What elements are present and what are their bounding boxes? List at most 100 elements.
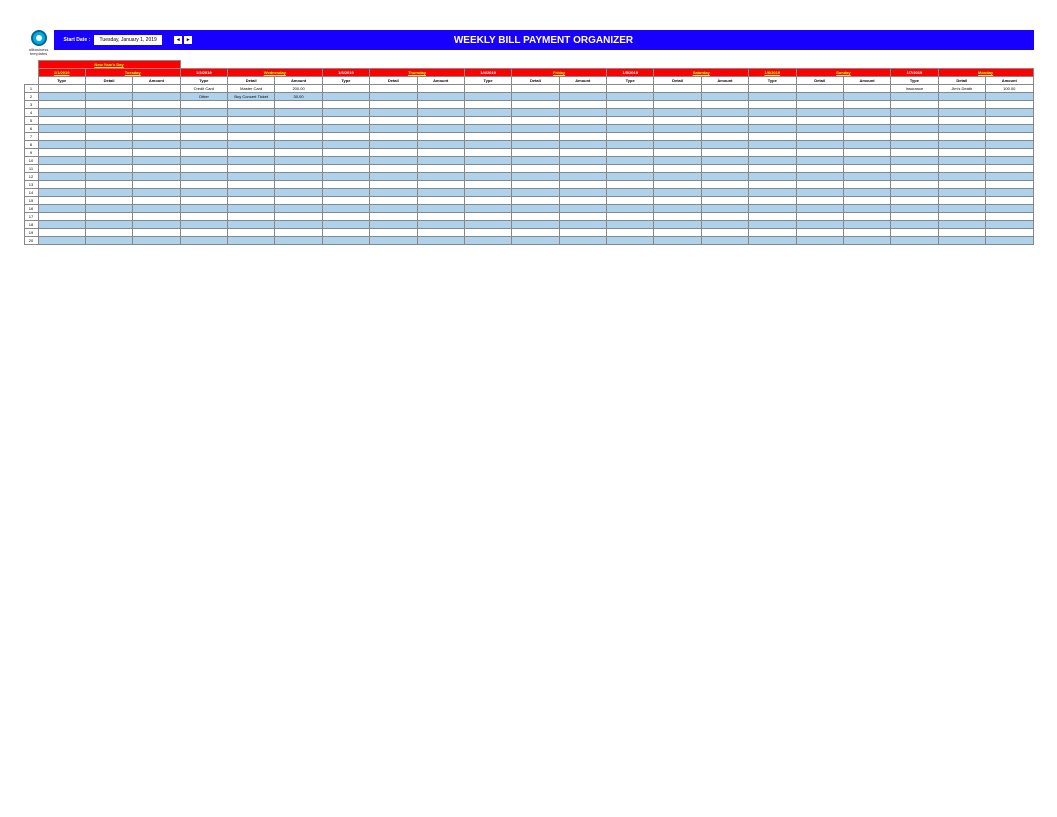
data-cell[interactable] — [749, 229, 796, 237]
data-cell[interactable] — [607, 221, 654, 229]
data-cell[interactable] — [133, 157, 180, 165]
data-cell[interactable] — [322, 133, 369, 141]
data-cell[interactable] — [370, 205, 417, 213]
data-cell[interactable] — [938, 109, 985, 117]
data-cell[interactable] — [38, 157, 85, 165]
data-cell[interactable] — [891, 197, 938, 205]
data-cell[interactable] — [133, 133, 180, 141]
data-cell[interactable] — [986, 181, 1034, 189]
data-cell[interactable] — [228, 181, 275, 189]
data-cell[interactable] — [843, 181, 890, 189]
data-cell[interactable] — [607, 237, 654, 245]
data-cell[interactable] — [133, 173, 180, 181]
data-cell[interactable] — [607, 189, 654, 197]
data-cell[interactable] — [843, 197, 890, 205]
data-cell[interactable] — [607, 125, 654, 133]
data-cell[interactable] — [322, 229, 369, 237]
data-cell[interactable] — [891, 229, 938, 237]
data-cell[interactable] — [986, 205, 1034, 213]
data-cell[interactable] — [749, 165, 796, 173]
prev-week-button[interactable]: ◄ — [174, 36, 182, 44]
data-cell[interactable] — [654, 221, 701, 229]
data-cell[interactable] — [370, 229, 417, 237]
data-cell[interactable] — [322, 181, 369, 189]
data-cell[interactable] — [85, 109, 132, 117]
data-cell[interactable] — [180, 205, 227, 213]
data-cell[interactable] — [322, 101, 369, 109]
data-cell[interactable] — [843, 157, 890, 165]
data-cell[interactable] — [133, 229, 180, 237]
data-cell[interactable] — [464, 109, 511, 117]
data-cell[interactable] — [370, 125, 417, 133]
data-cell[interactable] — [749, 181, 796, 189]
data-cell[interactable] — [607, 181, 654, 189]
data-cell[interactable] — [512, 101, 559, 109]
data-cell[interactable] — [38, 165, 85, 173]
data-cell[interactable] — [938, 173, 985, 181]
start-date-input[interactable]: Tuesday, January 1, 2019 — [94, 35, 162, 45]
data-cell[interactable] — [275, 133, 322, 141]
data-cell[interactable] — [85, 125, 132, 133]
data-cell[interactable] — [38, 93, 85, 101]
data-cell[interactable] — [180, 221, 227, 229]
data-cell[interactable] — [891, 173, 938, 181]
data-cell[interactable] — [559, 157, 606, 165]
data-cell[interactable]: Insurance — [891, 85, 938, 93]
data-cell[interactable] — [275, 181, 322, 189]
data-cell[interactable] — [85, 173, 132, 181]
data-cell[interactable] — [891, 189, 938, 197]
data-cell[interactable] — [275, 117, 322, 125]
data-cell[interactable] — [322, 173, 369, 181]
data-cell[interactable] — [701, 229, 748, 237]
data-cell[interactable] — [417, 85, 464, 93]
data-cell[interactable] — [417, 117, 464, 125]
data-cell[interactable] — [133, 101, 180, 109]
data-cell[interactable] — [891, 133, 938, 141]
data-cell[interactable] — [417, 213, 464, 221]
data-cell[interactable] — [417, 141, 464, 149]
data-cell[interactable] — [228, 109, 275, 117]
data-cell[interactable] — [38, 85, 85, 93]
data-cell[interactable] — [938, 197, 985, 205]
data-cell[interactable] — [180, 165, 227, 173]
data-cell[interactable] — [228, 229, 275, 237]
data-cell[interactable] — [654, 213, 701, 221]
data-cell[interactable] — [986, 237, 1034, 245]
data-cell[interactable] — [749, 189, 796, 197]
data-cell[interactable] — [891, 101, 938, 109]
data-cell[interactable] — [85, 85, 132, 93]
data-cell[interactable] — [749, 141, 796, 149]
data-cell[interactable] — [180, 149, 227, 157]
data-cell[interactable] — [133, 213, 180, 221]
data-cell[interactable] — [38, 213, 85, 221]
data-cell[interactable] — [275, 141, 322, 149]
data-cell[interactable] — [891, 141, 938, 149]
data-cell[interactable] — [370, 109, 417, 117]
data-cell[interactable] — [417, 125, 464, 133]
data-cell[interactable] — [38, 109, 85, 117]
data-cell[interactable] — [986, 133, 1034, 141]
data-cell[interactable] — [38, 141, 85, 149]
data-cell[interactable] — [938, 213, 985, 221]
data-cell[interactable] — [85, 141, 132, 149]
data-cell[interactable] — [464, 181, 511, 189]
data-cell[interactable] — [559, 85, 606, 93]
data-cell[interactable] — [133, 205, 180, 213]
data-cell[interactable] — [322, 205, 369, 213]
data-cell[interactable] — [417, 109, 464, 117]
data-cell[interactable] — [417, 221, 464, 229]
data-cell[interactable] — [417, 157, 464, 165]
data-cell[interactable] — [559, 237, 606, 245]
data-cell[interactable] — [749, 85, 796, 93]
data-cell[interactable] — [275, 197, 322, 205]
data-cell[interactable] — [559, 197, 606, 205]
data-cell[interactable] — [654, 93, 701, 101]
data-cell[interactable] — [370, 117, 417, 125]
data-cell[interactable] — [559, 117, 606, 125]
data-cell[interactable] — [796, 125, 843, 133]
data-cell[interactable] — [417, 181, 464, 189]
data-cell[interactable] — [938, 101, 985, 109]
data-cell[interactable] — [607, 141, 654, 149]
data-cell[interactable]: Buy Concert Ticket — [228, 93, 275, 101]
data-cell[interactable] — [701, 85, 748, 93]
